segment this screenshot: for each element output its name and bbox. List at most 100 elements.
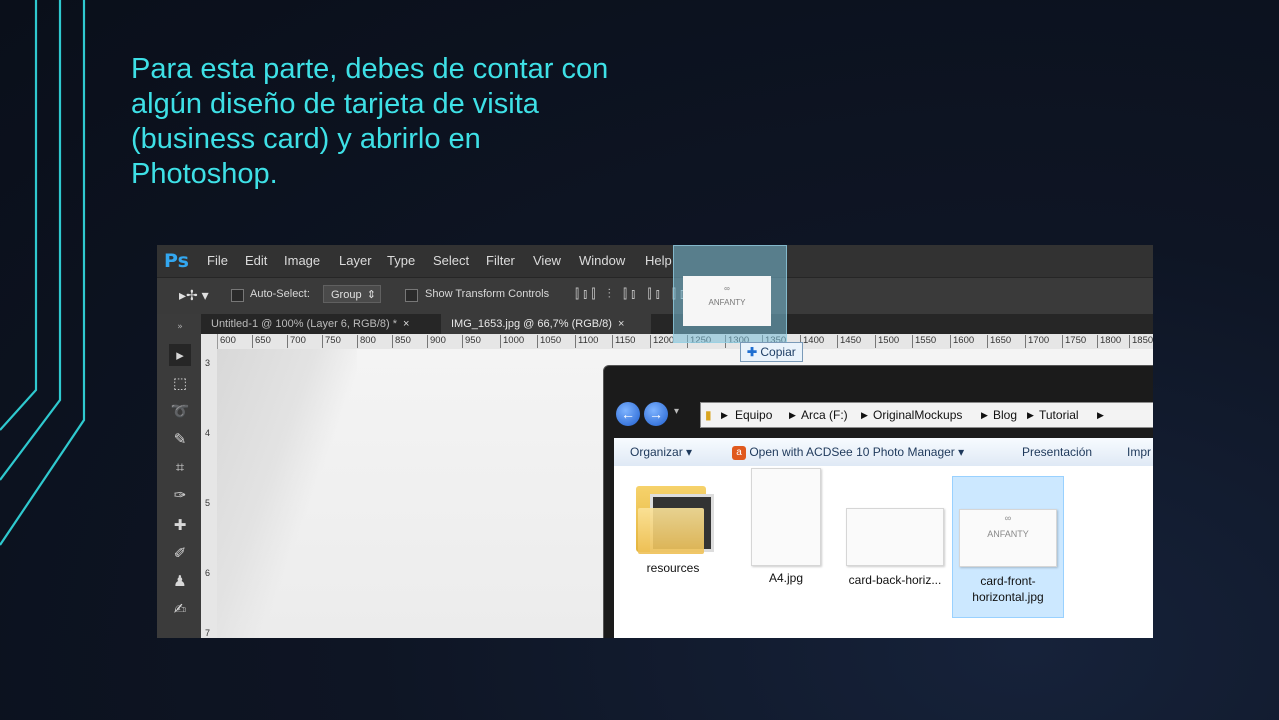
image-thumbnail: [751, 468, 821, 566]
panel-collapse-icon[interactable]: »: [169, 316, 191, 338]
ruler-tick: 1100: [575, 335, 598, 348]
chevron-right-icon: ▶: [721, 410, 728, 420]
ruler-tick: 3: [205, 358, 211, 368]
ruler-tick: 7: [205, 628, 211, 638]
file-item-a4[interactable]: A4.jpg: [731, 468, 841, 586]
ruler-tick: 4: [205, 428, 211, 438]
print-button[interactable]: Impr: [1127, 438, 1151, 466]
ruler-tick: 1750: [1062, 335, 1086, 348]
plus-icon: ✚: [747, 345, 761, 359]
file-item-card-front[interactable]: ∞ ANFANTY card-front-horizontal.jpg: [952, 476, 1064, 618]
chevron-right-icon: ▶: [789, 410, 796, 420]
file-list: resources A4.jpg card-back-horiz... ∞ ANF…: [614, 466, 1153, 638]
presentation-button[interactable]: Presentación: [1022, 438, 1092, 466]
breadcrumb-originalmockups[interactable]: OriginalMockups: [873, 403, 962, 427]
brush-tool-icon[interactable]: ✐: [169, 542, 191, 564]
ruler-tick: 700: [287, 335, 306, 348]
ruler-tick: 1450: [837, 335, 861, 348]
ruler-tick: 650: [252, 335, 271, 348]
options-bar: ▸✢ ▾ Auto-Select: Group ⇕ Show Transform …: [157, 277, 1153, 315]
tab-untitled-label: Untitled-1 @ 100% (Layer 6, RGB/8) *: [211, 318, 398, 330]
show-transform-checkbox[interactable]: [405, 289, 418, 302]
history-brush-tool-icon[interactable]: ✍: [169, 598, 191, 620]
lasso-tool-icon[interactable]: ➰: [169, 400, 191, 422]
chevron-right-icon: ▶: [1097, 410, 1104, 420]
crop-tool-icon[interactable]: ⌗: [169, 456, 191, 478]
slide-body-text: Para esta parte, debes de contar con alg…: [131, 53, 609, 190]
menu-window[interactable]: Window: [579, 253, 625, 268]
open-with-label: Open with ACDSee 10 Photo Manager: [749, 445, 955, 459]
menu-edit[interactable]: Edit: [245, 253, 267, 268]
organize-label: Organizar: [630, 445, 683, 459]
address-area: ← → ▾ ▮ ▶ Equipo ▶ Arca (F:) ▶ OriginalM…: [614, 398, 1153, 432]
ruler-tick: 1550: [912, 335, 936, 348]
copy-tooltip: ✚ Copiar: [740, 342, 803, 362]
breadcrumb-tutorial[interactable]: Tutorial: [1039, 403, 1079, 427]
folder-icon: ▮: [705, 408, 712, 422]
healing-tool-icon[interactable]: ✚: [169, 514, 191, 536]
ruler-tick: 600: [217, 335, 236, 348]
tab-untitled[interactable]: Untitled-1 @ 100% (Layer 6, RGB/8) * ×: [201, 314, 441, 334]
menu-layer[interactable]: Layer: [339, 253, 372, 268]
image-thumbnail: ∞ ANFANTY: [959, 509, 1057, 567]
ruler-tick: 5: [205, 498, 211, 508]
tools-panel: » ▸ ⬚ ➰ ✎ ⌗ ✑ ✚ ✐ ♟ ✍: [157, 314, 202, 638]
breadcrumb-arca[interactable]: Arca (F:): [801, 403, 848, 427]
auto-select-label: Auto-Select:: [250, 288, 310, 300]
drag-preview: ∞ ANFANTY: [673, 245, 787, 343]
menu-type[interactable]: Type: [387, 253, 415, 268]
ruler-tick: 1700: [1025, 335, 1049, 348]
chevron-right-icon: ▶: [861, 410, 868, 420]
forward-arrow-icon[interactable]: →: [644, 402, 668, 426]
menu-image[interactable]: Image: [284, 253, 320, 268]
file-item-resources[interactable]: resources: [618, 476, 728, 576]
dropdown-arrow-icon: ⇕: [366, 289, 376, 301]
history-dropdown-icon[interactable]: ▾: [674, 406, 679, 417]
open-with-acdsee-button[interactable]: a Open with ACDSee 10 Photo Manager ▾: [732, 438, 964, 466]
ruler-tick: 1050: [537, 335, 561, 348]
photoshop-logo: Ps: [164, 250, 189, 272]
move-tool-icon[interactable]: ▸✢ ▾: [179, 287, 209, 304]
copy-tooltip-label: Copiar: [760, 345, 796, 359]
breadcrumb-blog[interactable]: Blog: [993, 403, 1017, 427]
address-bar[interactable]: ▮ ▶ Equipo ▶ Arca (F:) ▶ OriginalMockups…: [700, 402, 1153, 428]
menu-view[interactable]: View: [533, 253, 561, 268]
move-tool-icon[interactable]: ▸: [169, 344, 191, 366]
drag-card-thumbnail: ∞ ANFANTY: [683, 276, 771, 326]
ruler-tick: 1000: [500, 335, 524, 348]
organize-button[interactable]: Organizar ▾: [630, 438, 692, 466]
tab-img1653[interactable]: IMG_1653.jpg @ 66,7% (RGB/8) ×: [441, 314, 651, 334]
ruler-tick: 1400: [800, 335, 824, 348]
file-name: card-back-horiz...: [848, 573, 942, 587]
eyedropper-tool-icon[interactable]: ✑: [169, 484, 191, 506]
file-name: A4.jpg: [768, 571, 804, 585]
file-item-card-back[interactable]: card-back-horiz...: [840, 476, 950, 588]
menu-help[interactable]: Help: [645, 253, 672, 268]
ruler-tick: 1600: [950, 335, 974, 348]
ruler-tick: 1150: [612, 335, 635, 348]
stamp-tool-icon[interactable]: ♟: [169, 570, 191, 592]
quick-select-tool-icon[interactable]: ✎: [169, 428, 191, 450]
explorer-window: ← → ▾ ▮ ▶ Equipo ▶ Arca (F:) ▶ OriginalM…: [603, 365, 1153, 638]
back-arrow-icon[interactable]: ←: [616, 402, 640, 426]
menu-select[interactable]: Select: [433, 253, 469, 268]
menu-file[interactable]: File: [207, 253, 228, 268]
paper-edge: [217, 349, 357, 638]
image-thumbnail: [846, 508, 944, 566]
ruler-tick: 1500: [875, 335, 899, 348]
menu-filter[interactable]: Filter: [486, 253, 515, 268]
ruler-tick: 800: [357, 335, 376, 348]
marquee-tool-icon[interactable]: ⬚: [169, 372, 191, 394]
ruler-tick: 950: [462, 335, 481, 348]
breadcrumb-equipo[interactable]: Equipo: [735, 403, 772, 427]
file-name: resources: [646, 561, 700, 575]
menu-bar: Ps File Edit Image Layer Type Select Fil…: [157, 245, 1153, 277]
acdsee-icon: a: [732, 445, 746, 460]
ruler-tick: 900: [427, 335, 446, 348]
auto-select-checkbox[interactable]: [231, 289, 244, 302]
close-icon[interactable]: ×: [403, 318, 409, 330]
ruler-tick: 750: [322, 335, 341, 348]
ruler-tick: 1850: [1129, 335, 1153, 348]
auto-select-dropdown[interactable]: Group ⇕: [323, 285, 381, 303]
close-icon[interactable]: ×: [618, 318, 624, 330]
